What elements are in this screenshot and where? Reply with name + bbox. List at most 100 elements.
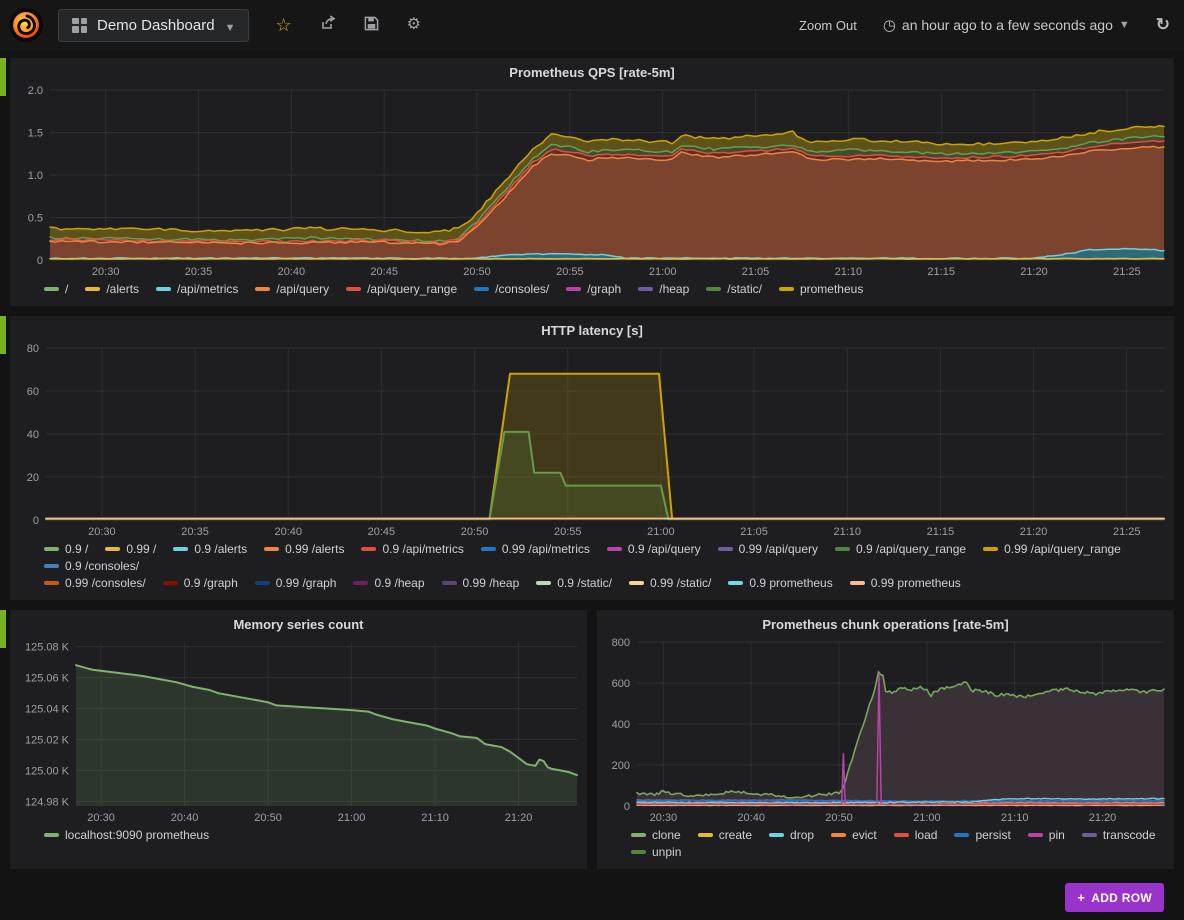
legend-item[interactable]: 0.99 prometheus (850, 576, 961, 590)
legend-series-swatch (255, 287, 270, 291)
latency-legend: 0.9 / 0.99 / 0.9 /alerts 0.99 /alerts 0.9 /a… (10, 540, 1174, 600)
legend-series-label: unpin (652, 845, 681, 859)
save-dashboard-button[interactable] (358, 12, 385, 39)
svg-text:21:20: 21:20 (505, 812, 533, 824)
memory-chart-canvas[interactable]: 124.98 K125.00 K125.02 K125.04 K125.06 K… (10, 634, 587, 826)
legend-item[interactable]: 0.99 /graph (255, 576, 337, 590)
legend-item[interactable]: 0.9 /heap (353, 576, 424, 590)
row-collapse-strip[interactable] (0, 58, 6, 96)
svg-text:21:00: 21:00 (647, 526, 675, 538)
svg-text:40: 40 (27, 429, 39, 441)
svg-text:20: 20 (27, 472, 39, 484)
share-icon (320, 15, 336, 31)
legend-item[interactable]: 0.9 /graph (163, 576, 238, 590)
dashboard-settings-button[interactable]: ⚙ (401, 13, 427, 37)
legend-series-swatch (954, 833, 969, 837)
legend-series-label: /api/query_range (367, 282, 457, 296)
legend-item[interactable]: evict (831, 828, 877, 842)
svg-text:20:50: 20:50 (461, 526, 489, 538)
legend-item[interactable]: unpin (631, 845, 681, 859)
legend-series-label: 0.99 /consoles/ (65, 576, 146, 590)
legend-series-swatch (474, 287, 489, 291)
legend-item[interactable]: 0.9 /consoles/ (44, 559, 139, 573)
chunk-ops-chart-canvas[interactable]: 020040060080020:3020:4020:5021:0021:1021… (597, 634, 1174, 826)
legend-item[interactable]: 0.9 /alerts (173, 542, 247, 556)
legend-series-label: 0.99 /alerts (285, 542, 344, 556)
latency-chart-canvas[interactable]: 02040608020:3020:3520:4020:4520:5020:552… (10, 340, 1174, 540)
refresh-dashboard-button[interactable]: ↻ (1156, 15, 1170, 35)
legend-item[interactable]: transcode (1082, 828, 1156, 842)
legend-item[interactable]: /api/query_range (346, 282, 457, 296)
panel-title[interactable]: Prometheus chunk operations [rate-5m] (597, 610, 1174, 634)
memory-legend: localhost:9090 prometheus (10, 826, 587, 852)
panel-title[interactable]: Prometheus QPS [rate-5m] (10, 58, 1174, 82)
legend-series-label: 0.9 /graph (184, 576, 238, 590)
legend-item[interactable]: /graph (566, 282, 621, 296)
legend-item[interactable]: /consoles/ (474, 282, 549, 296)
share-dashboard-button[interactable] (314, 11, 342, 39)
legend-item[interactable]: 0.99 /api/query_range (983, 542, 1121, 556)
legend-item[interactable]: 0.9 / (44, 542, 88, 556)
legend-item[interactable]: 0.99 /static/ (629, 576, 711, 590)
legend-series-label: 0.99 / (126, 542, 156, 556)
legend-series-label: 0.99 /api/metrics (502, 542, 590, 556)
legend-item[interactable]: 0.99 /consoles/ (44, 576, 146, 590)
legend-series-label: load (915, 828, 938, 842)
legend-series-swatch (983, 547, 998, 551)
legend-series-label: /alerts (106, 282, 139, 296)
legend-series-label: drop (790, 828, 814, 842)
legend-item[interactable]: /heap (638, 282, 689, 296)
legend-item[interactable]: pin (1028, 828, 1065, 842)
legend-item[interactable]: prometheus (779, 282, 863, 296)
row-collapse-strip[interactable] (0, 316, 6, 354)
legend-item[interactable]: 0.9 /api/metrics (361, 542, 463, 556)
legend-item[interactable]: 0.99 /api/metrics (481, 542, 590, 556)
legend-item[interactable]: 0.9 /api/query_range (835, 542, 966, 556)
legend-row: 0.99 /consoles/0.9 /graph 0.99 /graph 0.9 … (44, 576, 1164, 590)
legend-item[interactable]: /static/ (706, 282, 762, 296)
legend-item[interactable]: drop (769, 828, 814, 842)
legend-item[interactable]: clone (631, 828, 681, 842)
legend-series-swatch (44, 833, 59, 837)
panel-title[interactable]: HTTP latency [s] (10, 316, 1174, 340)
legend-item[interactable]: persist (954, 828, 1010, 842)
legend-series-swatch (638, 287, 653, 291)
legend-series-swatch (631, 850, 646, 854)
legend-item[interactable]: /api/metrics (156, 282, 238, 296)
legend-item[interactable]: 0.99 /alerts (264, 542, 344, 556)
panel-title[interactable]: Memory series count (10, 610, 587, 634)
legend-row: 0.9 / 0.99 / 0.9 /alerts 0.99 /alerts 0.9 /a… (44, 542, 1164, 573)
legend-item[interactable]: / (44, 282, 68, 296)
legend-item[interactable]: 0.9 /static/ (536, 576, 612, 590)
legend-item[interactable]: /api/query (255, 282, 329, 296)
time-range-picker-button[interactable]: ◷ an hour ago to a few seconds ago ▼ (883, 16, 1130, 34)
add-row-label: ADD ROW (1091, 891, 1152, 905)
legend-series-label: 0.9 /api/query_range (856, 542, 966, 556)
legend-item[interactable]: create (698, 828, 752, 842)
legend-item[interactable]: 0.9 /api/query (607, 542, 701, 556)
legend-item[interactable]: /alerts (85, 282, 139, 296)
dashboard-picker-button[interactable]: Demo Dashboard ▼ (58, 9, 249, 42)
legend-series-swatch (706, 287, 721, 291)
zoom-out-button[interactable]: Zoom Out (799, 18, 857, 33)
svg-text:20:30: 20:30 (92, 266, 120, 278)
legend-series-label: / (65, 282, 68, 296)
legend-item[interactable]: 0.99 / (105, 542, 156, 556)
legend-series-swatch (536, 581, 551, 585)
add-row-button[interactable]: + ADD ROW (1065, 883, 1164, 912)
svg-text:21:05: 21:05 (740, 526, 768, 538)
legend-item[interactable]: load (894, 828, 938, 842)
legend-series-swatch (361, 547, 376, 551)
grafana-logo-icon[interactable] (8, 7, 44, 43)
qps-chart-canvas[interactable]: 00.51.01.52.020:3020:3520:4020:4520:5020… (10, 82, 1174, 280)
legend-item[interactable]: localhost:9090 prometheus (44, 828, 209, 842)
legend-item[interactable]: 0.99 /heap (442, 576, 520, 590)
svg-text:21:15: 21:15 (927, 266, 955, 278)
caret-down-icon: ▼ (225, 23, 236, 34)
star-dashboard-button[interactable]: ☆ (269, 12, 297, 38)
svg-text:20:30: 20:30 (650, 812, 678, 824)
legend-item[interactable]: 0.9 prometheus (728, 576, 832, 590)
legend-item[interactable]: 0.99 /api/query (718, 542, 818, 556)
legend-series-swatch (173, 547, 188, 551)
row-collapse-strip[interactable] (0, 610, 6, 648)
